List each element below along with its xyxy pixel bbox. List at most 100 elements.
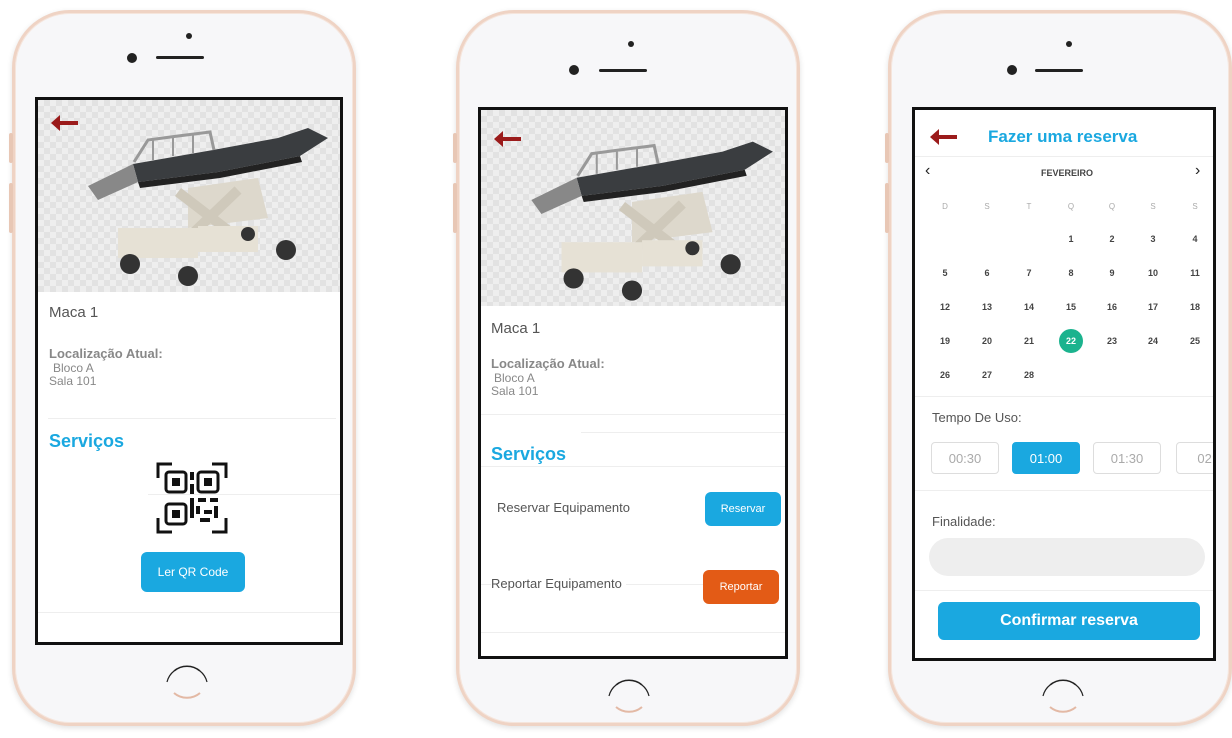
equipment-photo	[38, 100, 340, 292]
location-label: Localização Atual:	[49, 346, 163, 361]
calendar-day[interactable]: 20	[972, 336, 1002, 346]
front-camera	[569, 65, 579, 75]
calendar-day[interactable]: 25	[1180, 336, 1210, 346]
report-button[interactable]: Reportar	[703, 570, 779, 604]
calendar-day[interactable]: 2	[1097, 234, 1127, 244]
calendar-day[interactable]: 15	[1056, 302, 1086, 312]
weekday-label: Q	[1067, 202, 1075, 211]
read-qr-code-button[interactable]: Ler QR Code	[141, 552, 245, 592]
calendar-day[interactable]: 27	[972, 370, 1002, 380]
weekday-label: D	[942, 202, 948, 211]
weekday-label: T	[1026, 202, 1032, 211]
calendar-day[interactable]: 28	[1014, 370, 1044, 380]
section-title: Serviços	[491, 444, 567, 464]
weekday-label: S	[984, 202, 990, 211]
side-button	[453, 133, 457, 163]
calendar-day[interactable]: 23	[1097, 336, 1127, 346]
month-title: FEVEREIRO	[1040, 168, 1093, 178]
calendar-day[interactable]: 17	[1138, 302, 1168, 312]
page-title: Fazer uma reserva	[988, 127, 1138, 146]
divider	[915, 156, 1213, 157]
front-sensor	[1066, 41, 1072, 47]
front-sensor	[628, 41, 634, 47]
side-button	[885, 183, 889, 233]
home-button[interactable]	[164, 659, 210, 705]
side-button	[885, 133, 889, 163]
divider	[581, 432, 785, 433]
home-button[interactable]	[1040, 673, 1086, 719]
calendar-day[interactable]: 4	[1180, 234, 1210, 244]
report-equipment-label: Reportar Equipamento	[491, 576, 626, 591]
calendar-day[interactable]: 6	[972, 268, 1002, 278]
back-arrow-icon[interactable]	[50, 114, 80, 132]
calendar-day[interactable]: 12	[930, 302, 960, 312]
duration-option[interactable]: 00:30	[931, 442, 999, 474]
front-camera	[1007, 65, 1017, 75]
screen-3: Fazer uma reserva ‹ FEVEREIRO › D S T Q …	[912, 107, 1216, 661]
section-title: Serviços	[49, 431, 125, 451]
calendar-day[interactable]: 11	[1180, 268, 1210, 278]
earpiece-speaker	[156, 56, 204, 59]
calendar-day[interactable]: 26	[930, 370, 960, 380]
calendar-day[interactable]: 5	[930, 268, 960, 278]
item-name: Maca 1	[491, 320, 541, 337]
weekday-label: S	[1150, 202, 1156, 211]
calendar-day[interactable]: 16	[1097, 302, 1127, 312]
duration-label: Tempo De Uso:	[932, 410, 1022, 425]
calendar-day[interactable]: 3	[1138, 234, 1168, 244]
duration-option[interactable]: 02:0	[1176, 442, 1213, 474]
calendar-day[interactable]: 21	[1014, 336, 1044, 346]
back-arrow-icon[interactable]	[929, 128, 959, 146]
location-room: Sala 101	[49, 374, 97, 388]
duration-option-selected[interactable]: 01:00	[1012, 442, 1080, 474]
purpose-input[interactable]	[929, 538, 1205, 576]
divider	[481, 632, 785, 633]
location-room: Sala 101	[491, 384, 539, 398]
divider	[915, 396, 1213, 397]
home-button[interactable]	[606, 673, 652, 719]
front-camera	[127, 53, 137, 63]
screen-1: Maca 1 Localização Atual: Bloco A Sala 1…	[35, 97, 343, 645]
calendar-day[interactable]: 18	[1180, 302, 1210, 312]
stretcher-image	[88, 128, 328, 286]
confirm-reservation-button[interactable]: Confirmar reserva	[938, 602, 1200, 640]
weekday-label: Q	[1108, 202, 1116, 211]
divider	[48, 418, 336, 419]
reserve-button[interactable]: Reservar	[705, 492, 781, 526]
calendar-day[interactable]: 7	[1014, 268, 1044, 278]
reserve-equipment-label: Reservar Equipamento	[497, 500, 630, 515]
phone-2: Maca 1 Localização Atual: Bloco A Sala 1…	[453, 10, 800, 726]
side-button	[453, 183, 457, 233]
item-name: Maca 1	[49, 304, 99, 321]
divider	[38, 612, 340, 613]
calendar-day[interactable]: 1	[1056, 234, 1086, 244]
calendar-day[interactable]: 8	[1056, 268, 1086, 278]
screen-2: Maca 1 Localização Atual: Bloco A Sala 1…	[478, 107, 788, 659]
divider	[915, 590, 1213, 591]
phone-1: Maca 1 Localização Atual: Bloco A Sala 1…	[9, 10, 356, 726]
calendar-day[interactable]: 24	[1138, 336, 1168, 346]
stretcher-image	[531, 141, 773, 301]
equipment-photo	[481, 110, 785, 306]
calendar-day[interactable]: 19	[930, 336, 960, 346]
calendar-day[interactable]: 13	[972, 302, 1002, 312]
duration-options: 00:30 01:00 01:30 02:0	[931, 442, 1213, 474]
calendar-day-selected[interactable]: 22	[1059, 329, 1083, 353]
divider	[481, 466, 785, 467]
qr-code-icon	[156, 462, 228, 534]
calendar-day[interactable]: 14	[1014, 302, 1044, 312]
side-button	[9, 183, 13, 233]
purpose-label: Finalidade:	[932, 514, 996, 529]
phone-3: Fazer uma reserva ‹ FEVEREIRO › D S T Q …	[885, 10, 1232, 726]
duration-option[interactable]: 01:30	[1093, 442, 1161, 474]
divider	[481, 414, 785, 415]
calendar-day[interactable]: 10	[1138, 268, 1168, 278]
front-sensor	[186, 33, 192, 39]
next-month-button[interactable]: ›	[1195, 162, 1200, 180]
location-label: Localização Atual:	[491, 356, 605, 371]
earpiece-speaker	[599, 69, 647, 72]
back-arrow-icon[interactable]	[493, 130, 523, 148]
calendar-day[interactable]: 9	[1097, 268, 1127, 278]
side-button	[9, 133, 13, 163]
divider	[915, 490, 1213, 491]
